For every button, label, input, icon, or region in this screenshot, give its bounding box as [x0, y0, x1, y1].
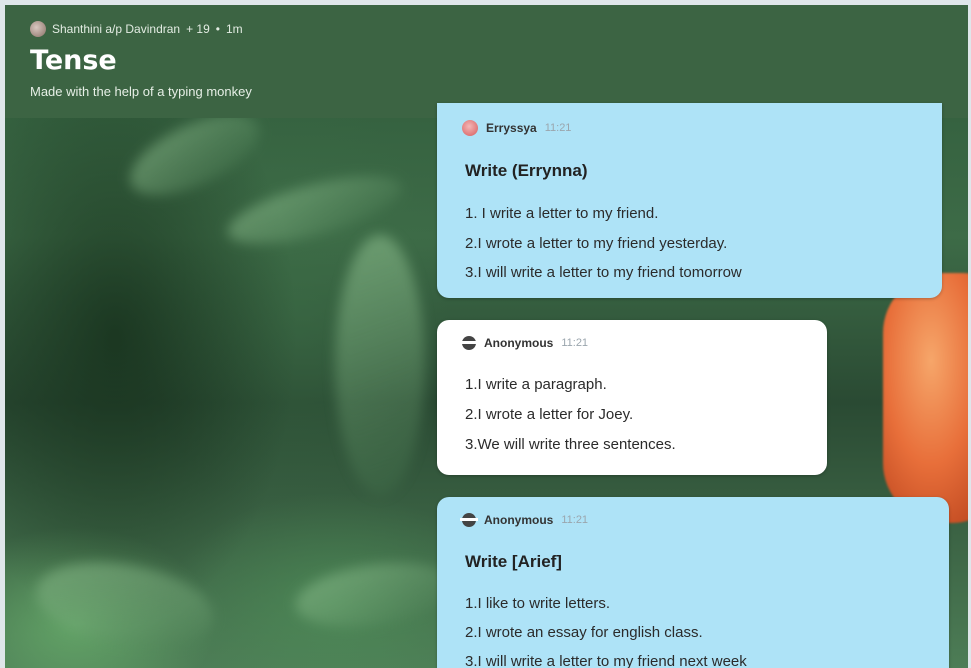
post-time: 11:21	[561, 337, 589, 349]
post-title: Write [Arief]	[465, 552, 562, 571]
user-avatar-icon	[462, 120, 478, 136]
post-line: 1.I write a paragraph.	[465, 376, 607, 393]
background-leaf	[291, 554, 459, 636]
post-author: Anonymous	[484, 513, 554, 527]
post-line: 3.I will write a letter to my friend nex…	[465, 653, 747, 668]
board-author[interactable]: Shanthini a/p Davindran	[52, 22, 180, 36]
post-line: 2.I wrote a letter for Joey.	[465, 406, 634, 423]
background-leaf	[29, 549, 221, 661]
post-author-row: Erryssya 11:21	[462, 120, 571, 136]
post-line: 1. I write a letter to my friend.	[465, 205, 659, 222]
post-author-row: Anonymous 11:21	[460, 513, 589, 527]
post-line: 1.I like to write letters.	[465, 595, 611, 612]
padlet-board: Shanthini a/p Davindran + 19 • 1m Tense …	[5, 5, 968, 668]
post-line: 2.I wrote an essay for english class.	[465, 624, 703, 641]
post-line: 2.I wrote a letter to my friend yesterda…	[465, 235, 728, 252]
post-line: 3.We will write three sentences.	[465, 436, 676, 453]
post-author: Anonymous	[484, 336, 554, 350]
post-card[interactable]: Anonymous 11:21 Write [Arief] 1.I like t…	[437, 497, 949, 668]
board-meta: Shanthini a/p Davindran + 19 • 1m	[30, 21, 243, 37]
board-header: Shanthini a/p Davindran + 19 • 1m Tense …	[5, 5, 968, 118]
post-title: Write (Errynna)	[465, 161, 588, 180]
like-count: + 19	[186, 22, 210, 36]
board-age: 1m	[226, 22, 243, 36]
post-time: 11:21	[544, 122, 572, 134]
post-card[interactable]: Erryssya 11:21 Write (Errynna) 1. I writ…	[437, 103, 942, 298]
anonymous-icon	[460, 336, 478, 350]
post-time: 11:21	[561, 514, 589, 526]
background-tulip	[883, 273, 968, 523]
meta-separator: •	[215, 22, 220, 36]
post-line: 3.I will write a letter to my friend tom…	[465, 264, 742, 281]
background-leaf	[335, 235, 425, 495]
board-subtitle: Made with the help of a typing monkey	[30, 84, 252, 99]
post-author-row: Anonymous 11:21	[460, 336, 589, 350]
post-card[interactable]: Anonymous 11:21 1.I write a paragraph. 2…	[437, 320, 827, 475]
author-avatar[interactable]	[30, 21, 46, 37]
post-author: Erryssya	[486, 121, 537, 135]
anonymous-icon	[460, 513, 478, 527]
board-title: Tense	[30, 45, 117, 76]
